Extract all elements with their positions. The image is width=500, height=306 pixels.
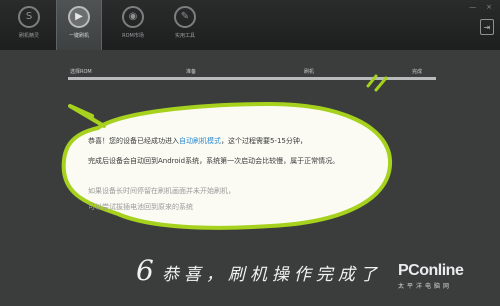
message-text: ，这个过程需要5-15分钟， [221,137,307,145]
auto-flash-mode-highlight: 自动刷机模式 [179,137,221,145]
pconline-watermark: PConline 太平洋电脑网 [398,262,498,290]
step-caption: 6 恭喜，刷机操作完成了 [136,254,382,287]
bubble-accent-mark [366,74,388,92]
watermark-brand: PConline [398,262,464,279]
success-message-line1: 恭喜！您的设备已经成功进入自动刷机模式，这个过程需要5-15分钟， [88,136,307,146]
watermark-subtitle: 太平洋电脑网 [398,284,453,290]
hint-line2: 可以尝试拔插电池回到原来的系统 [88,203,193,211]
step-number: 6 [136,254,154,287]
message-text: 恭喜！您的设备已经成功进入 [88,137,179,145]
success-message-line2: 完成后设备会自动回到Android系统，系统第一次启动会比较慢，属于正常情况。 [88,157,340,165]
speech-bubble-tail [68,104,106,128]
caption-text: 恭喜，刷机操作完成了 [161,265,382,285]
hint-line1: 如果设备长时间停留在刷机画面并未开始刷机， [88,187,235,195]
